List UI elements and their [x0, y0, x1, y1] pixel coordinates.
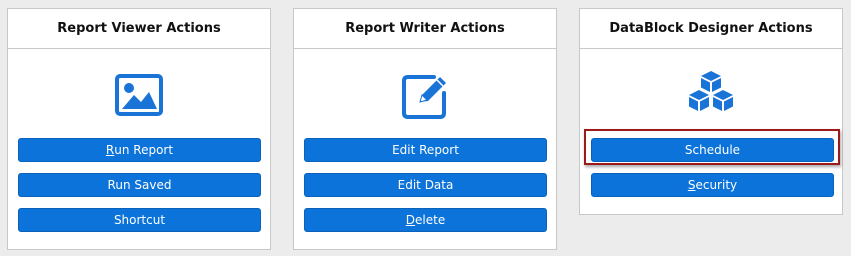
run-report-button[interactable]: Run Report [18, 138, 261, 162]
datablock-designer-title: DataBlock Designer Actions [580, 9, 842, 49]
shortcut-button[interactable]: Shortcut [18, 208, 261, 232]
datablock-designer-panel: DataBlock Designer Actions Schedule Secu… [579, 8, 843, 215]
edit-report-button[interactable]: Edit Report [304, 138, 547, 162]
delete-button[interactable]: Delete [304, 208, 547, 232]
report-writer-panel: Report Writer Actions Edit Report Edit D… [293, 8, 557, 250]
report-writer-title: Report Writer Actions [294, 9, 556, 49]
edit-data-button[interactable]: Edit Data [304, 173, 547, 197]
schedule-button[interactable]: Schedule [591, 138, 834, 162]
cubes-icon [580, 69, 842, 119]
report-viewer-title: Report Viewer Actions [8, 9, 270, 49]
edit-icon [294, 71, 556, 121]
report-viewer-panel: Report Viewer Actions Run Report Run Sav… [7, 8, 271, 250]
security-button[interactable]: Security [591, 173, 834, 197]
image-icon [8, 71, 270, 121]
run-saved-button[interactable]: Run Saved [18, 173, 261, 197]
